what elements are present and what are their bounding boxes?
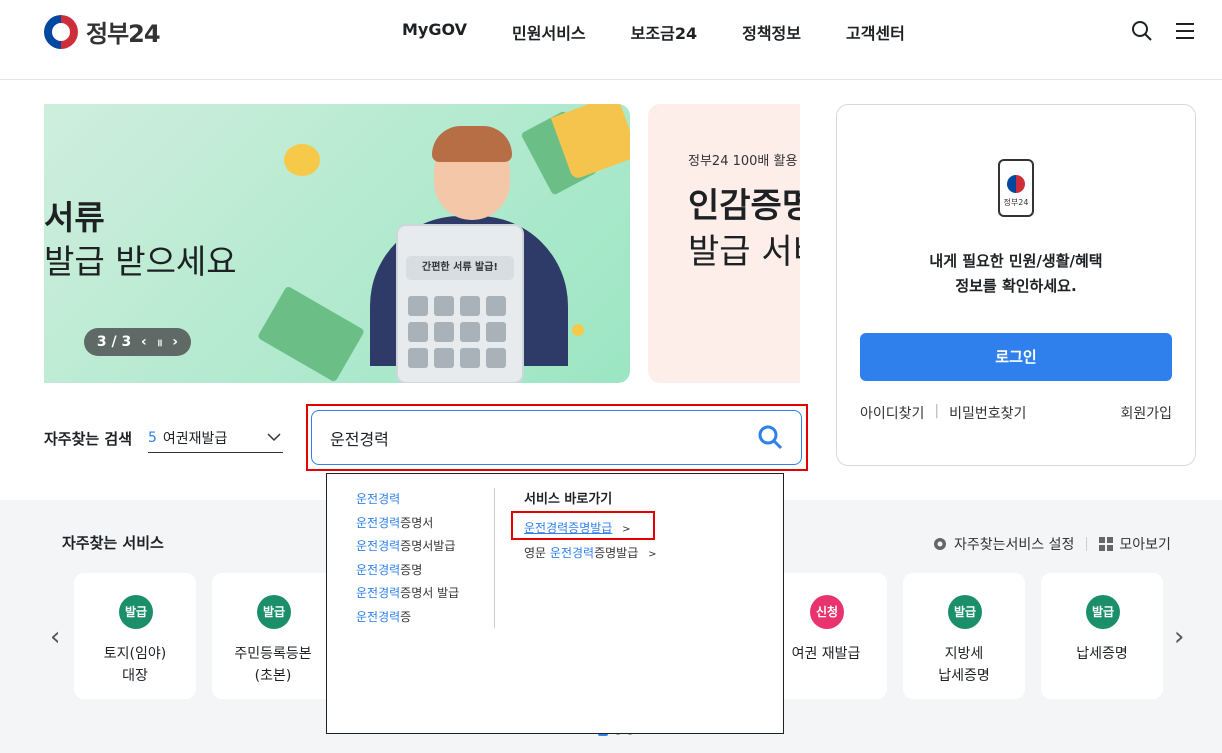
autocomplete-item[interactable]: 운전경력증 xyxy=(356,606,459,630)
banner2-title: 인감증명 xyxy=(688,186,800,226)
gear-icon[interactable] xyxy=(932,536,948,552)
coin-illustration xyxy=(284,144,320,176)
service-name: 납세증명 xyxy=(1076,646,1128,662)
autocomplete-item[interactable]: 운전경력 xyxy=(356,488,459,512)
service-card[interactable]: 발급 토지(임야) 대장 xyxy=(74,573,196,699)
service-name: 지방세 납세증명 xyxy=(938,646,990,684)
frequent-search-rank: 5 xyxy=(148,430,157,446)
join-link[interactable]: 회원가입 xyxy=(1120,403,1172,423)
autocomplete-item[interactable]: 운전경력증명서 xyxy=(356,512,459,536)
autocomplete-item[interactable]: 운전경력증명서발급 xyxy=(356,535,459,559)
grid-icon[interactable] xyxy=(1099,537,1114,551)
services-next-arrow[interactable]: › xyxy=(1174,622,1184,652)
banner-headline: 서류 발급 받으세요 xyxy=(44,196,237,284)
nav-mygov[interactable]: MyGOV xyxy=(402,20,467,44)
banner2-small-text: 정부24 100배 활용 xyxy=(688,154,798,169)
divider: | xyxy=(934,403,940,419)
view-all-link[interactable]: 모아보기 xyxy=(1119,534,1171,554)
main-banner[interactable]: 간편한 서류 발급! 서류 발급 받으세요 3 / 3 ‹ ॥ › xyxy=(44,104,630,383)
chevron-right-icon: > xyxy=(622,524,631,535)
secondary-banner[interactable]: 정부24 100배 활용 인감증명 발급 서비 xyxy=(648,104,800,383)
issue-badge: 발급 xyxy=(948,595,982,629)
nav-subsidy24[interactable]: 보조금24 xyxy=(631,20,697,44)
autocomplete-dropdown: 운전경력 운전경력증명서 운전경력증명서발급 운전경력증명 운전경력증명서 발급… xyxy=(326,473,784,734)
service-card[interactable]: 발급 납세증명 xyxy=(1041,573,1163,699)
frequent-services-title: 자주찾는 서비스 xyxy=(62,534,164,552)
nav-customer-center[interactable]: 고객센터 xyxy=(846,20,905,44)
money-illustration xyxy=(257,285,365,383)
logo-text: 정부24 xyxy=(86,20,161,48)
frequent-search-term: 여권재발급 xyxy=(162,431,228,447)
find-id-link[interactable]: 아이디찾기 xyxy=(860,403,924,423)
issue-badge: 발급 xyxy=(1086,595,1120,629)
frequent-search-label: 자주찾는 검색 xyxy=(44,430,133,448)
find-password-link[interactable]: 비밀번호찾기 xyxy=(949,403,1026,423)
nav-civil-service[interactable]: 민원서비스 xyxy=(512,20,586,44)
services-tools: 자주찾는서비스 설정 모아보기 xyxy=(932,534,1171,554)
service-card[interactable]: 발급 지방세 납세증명 xyxy=(903,573,1025,699)
service-name: 주민등록등본 (초본) xyxy=(234,646,312,684)
chevron-down-icon xyxy=(267,433,281,442)
autocomplete-list: 운전경력 운전경력증명서 운전경력증명서발급 운전경력증명 운전경력증명서 발급… xyxy=(356,488,459,629)
service-name: 토지(임야) 대장 xyxy=(103,646,167,684)
taegeuk-logo-icon xyxy=(1007,175,1025,193)
banner-line1: 서류 xyxy=(44,198,105,237)
person-hair-illustration xyxy=(432,126,512,162)
service-card[interactable]: 발급 주민등록등본 (초본) xyxy=(212,573,334,699)
chevron-right-icon: > xyxy=(648,549,657,560)
banner-prev-button[interactable]: ‹ xyxy=(141,334,147,350)
app-label: 정부24 xyxy=(1003,198,1029,207)
nav-policy-info[interactable]: 정책정보 xyxy=(742,20,801,44)
shortcut-title: 서비스 바로가기 xyxy=(524,492,613,507)
banner-line2: 발급 받으세요 xyxy=(44,242,237,281)
taegeuk-logo-icon xyxy=(44,14,78,49)
apply-badge: 신청 xyxy=(810,595,844,629)
autocomplete-item[interactable]: 운전경력증명 xyxy=(356,559,459,583)
banner2-subtitle: 발급 서비 xyxy=(688,232,800,272)
issue-badge: 발급 xyxy=(119,595,153,629)
divider xyxy=(1086,537,1088,551)
main-nav: MyGOV 민원서비스 보조금24 정책정보 고객센터 xyxy=(402,20,905,44)
shortcut-english-driving-career-cert[interactable]: 영문 운전경력증명발급 > xyxy=(524,544,656,561)
login-links: 아이디찾기 | 비밀번호찾기 회원가입 xyxy=(860,403,1172,423)
login-panel: 정부24 내게 필요한 민원/생활/혜택 정보를 확인하세요. 로그인 아이디찾… xyxy=(836,104,1196,466)
shortcut-driving-career-cert[interactable]: 운전경력증명발급 > xyxy=(524,519,631,536)
calculator-illustration: 간편한 서류 발급! xyxy=(396,224,524,383)
mobile-app-icon: 정부24 xyxy=(998,159,1034,217)
site-header: 정부24 MyGOV 민원서비스 보조금24 정책정보 고객센터 xyxy=(0,0,1222,80)
divider xyxy=(494,488,495,628)
search-icon[interactable] xyxy=(1131,20,1153,42)
calculator-label: 간편한 서류 발급! xyxy=(406,256,514,280)
login-button[interactable]: 로그인 xyxy=(860,333,1172,381)
banner-pager: 3 / 3 ‹ ॥ › xyxy=(84,328,191,356)
frequent-search-select[interactable]: 5 여권재발급 xyxy=(148,424,283,453)
search-input[interactable] xyxy=(330,411,730,464)
login-message: 내게 필요한 민원/생활/혜택 정보를 확인하세요. xyxy=(837,249,1195,299)
banner-pause-button[interactable]: ॥ xyxy=(157,335,163,349)
issue-badge: 발급 xyxy=(257,595,291,629)
login-message-line2: 정보를 확인하세요. xyxy=(955,277,1077,295)
services-settings-link[interactable]: 자주찾는서비스 설정 xyxy=(954,534,1074,554)
hamburger-menu-icon[interactable] xyxy=(1174,20,1196,42)
search-box xyxy=(311,410,802,465)
search-highlight-box xyxy=(306,404,808,471)
site-logo[interactable]: 정부24 xyxy=(44,14,161,49)
login-message-line1: 내게 필요한 민원/생활/혜택 xyxy=(929,252,1103,270)
search-icon[interactable] xyxy=(757,424,783,450)
banner-page-count: 3 / 3 xyxy=(96,334,132,350)
autocomplete-item[interactable]: 운전경력증명서 발급 xyxy=(356,582,459,606)
banner-next-button[interactable]: › xyxy=(172,334,178,350)
services-prev-arrow[interactable]: ‹ xyxy=(50,622,60,652)
coin-illustration xyxy=(572,324,584,336)
